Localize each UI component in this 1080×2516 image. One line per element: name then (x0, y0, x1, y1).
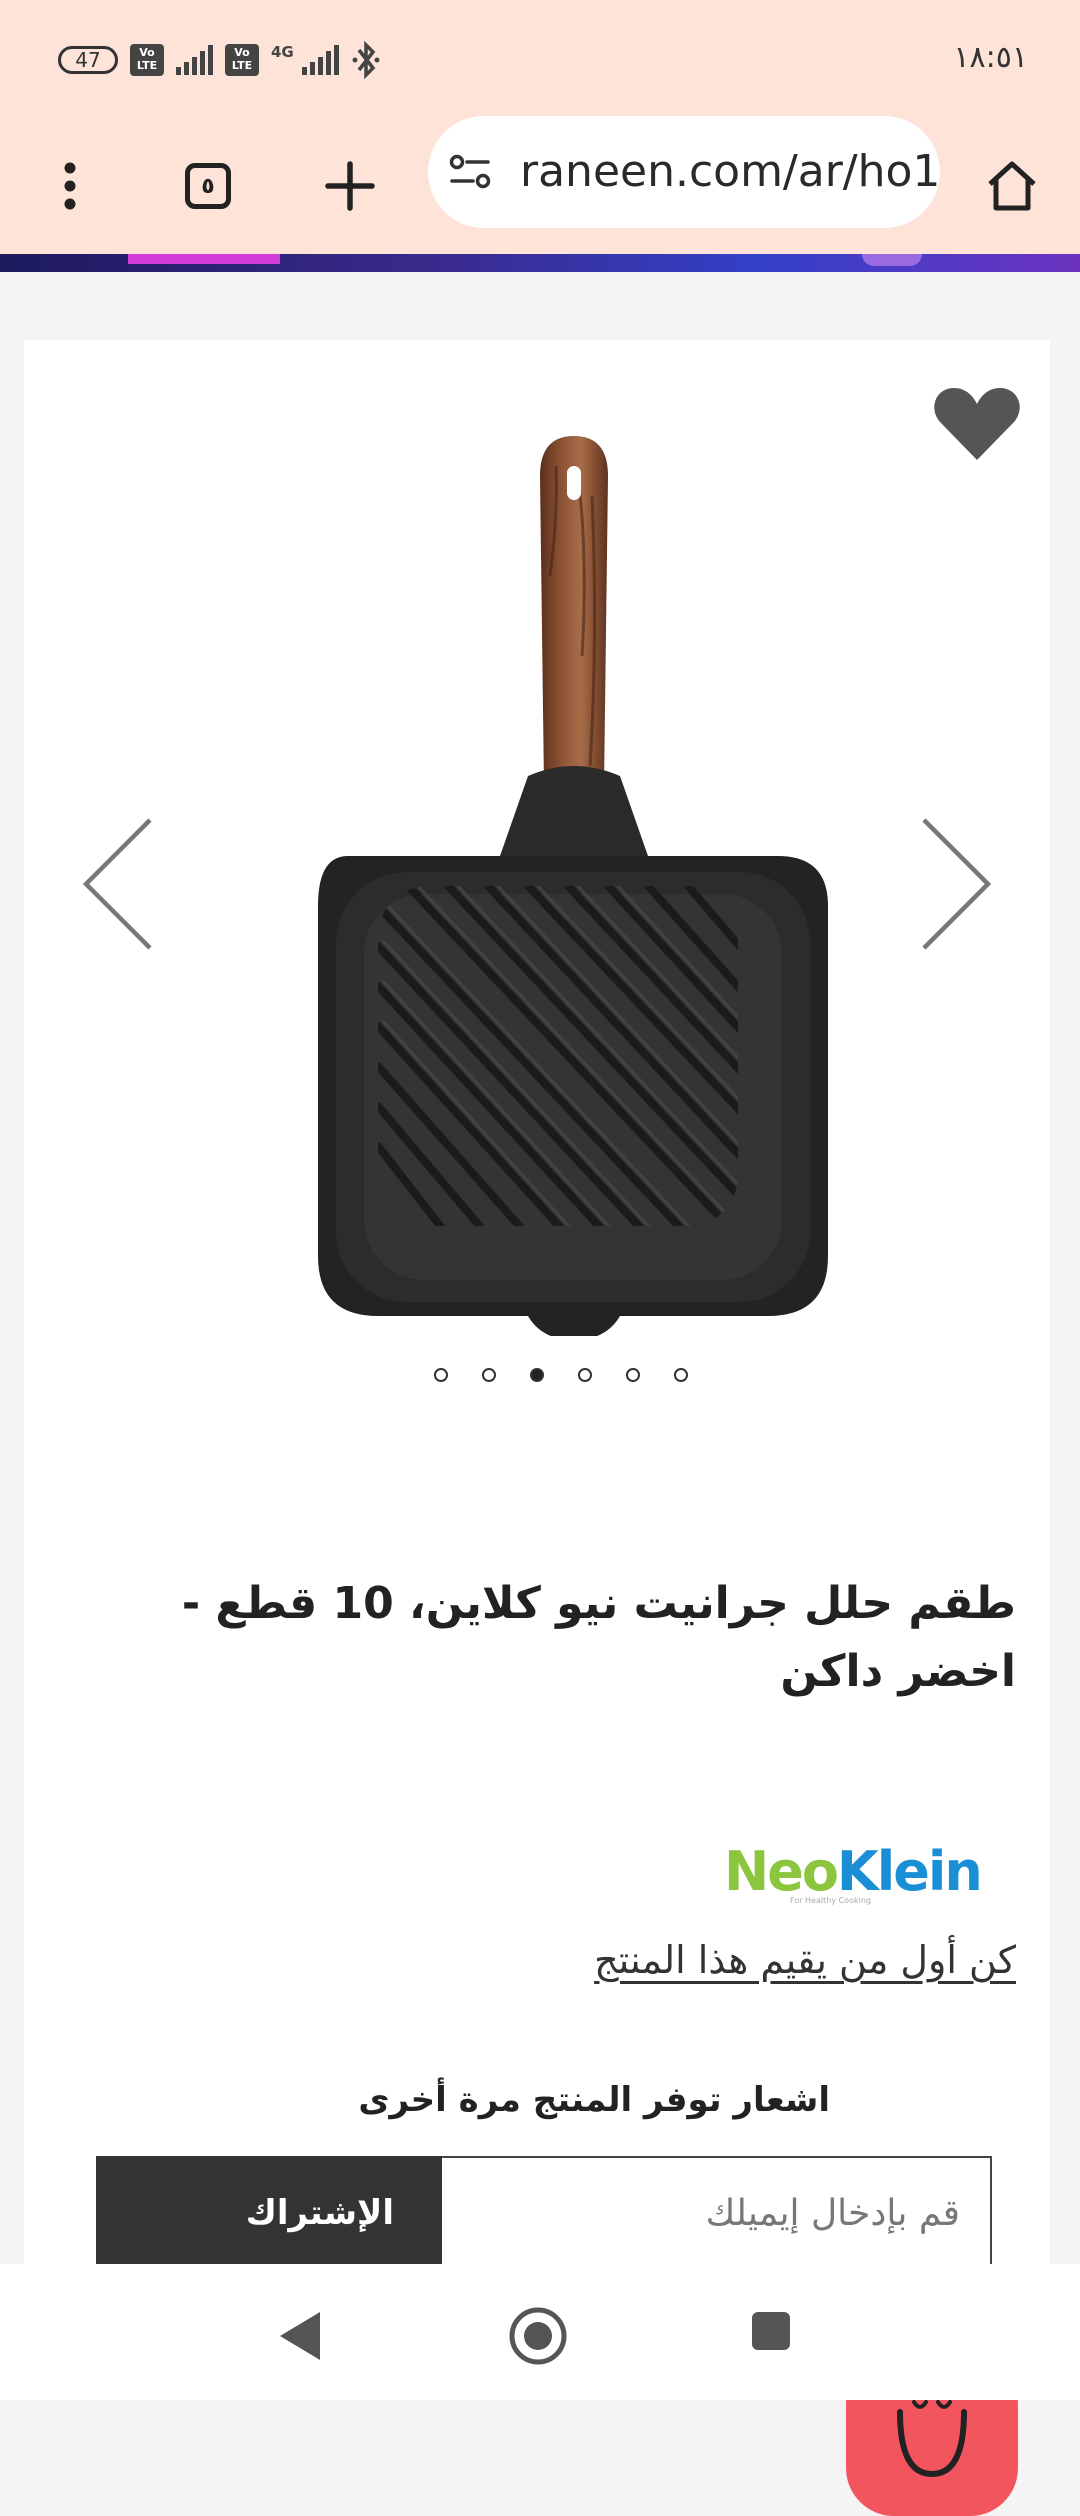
gallery-dot[interactable] (434, 1368, 448, 1382)
product-title: طقم حلل جرانيت نيو كلاين، 10 قطع - اخضر … (181, 1578, 1016, 1697)
address-bar[interactable]: raneen.com/ar/ho10 (428, 116, 940, 228)
more-vert-icon (64, 162, 76, 210)
recent-apps-icon[interactable] (752, 2312, 790, 2350)
stock-notify-label: اشعار توفر المنتج مرة أخرى (358, 2080, 830, 2120)
back-icon[interactable] (276, 2308, 324, 2364)
promo-banner[interactable] (0, 254, 1080, 272)
smile-chat-icon (897, 2400, 967, 2478)
network-type: 4G (271, 43, 294, 61)
signal-icon (176, 45, 213, 75)
volte-icon-2: Vo LTE (225, 44, 259, 76)
gallery-dot[interactable] (530, 1368, 544, 1382)
wishlist-heart-icon[interactable] (932, 384, 1022, 464)
bluetooth-icon (352, 40, 380, 80)
new-tab-button[interactable] (310, 146, 390, 226)
gallery-next-arrow-icon[interactable] (914, 814, 994, 954)
status-icons: 47 Vo LTE Vo LTE 4G (58, 40, 381, 80)
product-card: طقم حلل جرانيت نيو كلاين، 10 قطع - اخضر … (24, 340, 1050, 2516)
brand-tagline: For Healthy Cooking (790, 1896, 871, 1905)
home-nav-icon[interactable] (506, 2304, 570, 2368)
gallery-prev-arrow-icon[interactable] (80, 814, 160, 954)
tab-count-icon: ٥ (185, 163, 231, 209)
menu-button[interactable] (30, 146, 110, 226)
signal-icon-2 (301, 45, 339, 75)
gallery-dot[interactable] (578, 1368, 592, 1382)
subscribe-button[interactable]: الإشتراك (96, 2156, 442, 2270)
gallery-pagination (434, 1368, 688, 1382)
gallery-dot[interactable] (626, 1368, 640, 1382)
site-settings-icon[interactable] (446, 148, 494, 196)
gallery-dot[interactable] (482, 1368, 496, 1382)
url-text: raneen.com/ar/ho10 (520, 146, 940, 197)
status-bar: 47 Vo LTE Vo LTE 4G ١٨:٥١ (0, 0, 1080, 118)
brand-logo[interactable]: NeoKlein For Healthy Cooking (724, 1840, 994, 1910)
home-icon (988, 161, 1036, 211)
clock: ١٨:٥١ (953, 40, 1028, 75)
email-input[interactable] (440, 2156, 992, 2270)
home-button[interactable] (972, 146, 1052, 226)
system-nav-bar (0, 2264, 1080, 2400)
review-link[interactable]: كن أول من يقيم هذا المنتج (594, 1938, 1016, 1982)
battery-indicator: 47 (58, 46, 118, 74)
tabs-button[interactable]: ٥ (168, 146, 248, 226)
brand-logo-text: NeoKlein (724, 1840, 983, 1903)
product-image[interactable] (288, 436, 828, 1336)
battery-level: 47 (75, 48, 101, 72)
volte-icon: Vo LTE (130, 44, 164, 76)
gallery-dot[interactable] (674, 1368, 688, 1382)
plus-icon (325, 161, 375, 211)
